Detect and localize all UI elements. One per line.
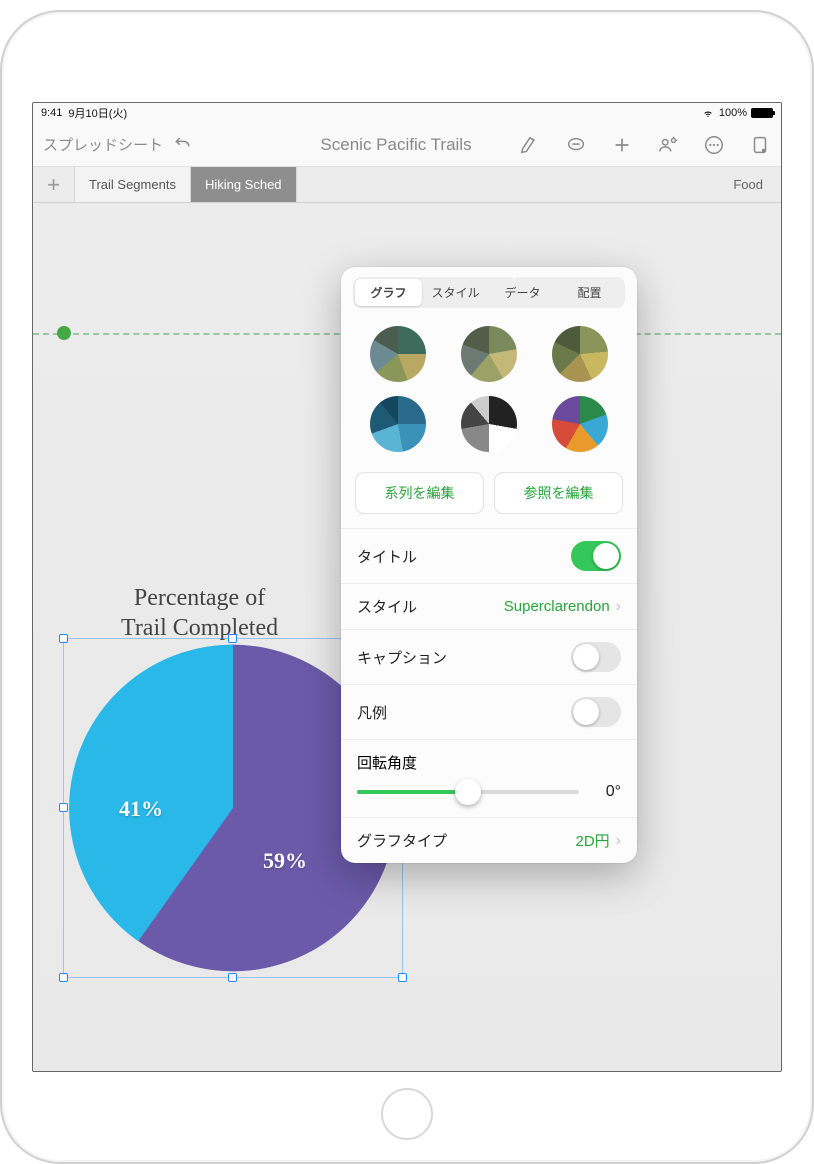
edit-series-button[interactable]: 系列を編集 xyxy=(355,472,484,514)
segment-arrange[interactable]: 配置 xyxy=(556,279,623,306)
chart-thumb-4[interactable] xyxy=(370,396,426,452)
sheet-tab-food[interactable]: Food xyxy=(715,167,781,202)
sel-handle-w[interactable] xyxy=(59,803,68,812)
segment-data[interactable]: データ xyxy=(489,279,556,306)
chart-thumb-3[interactable] xyxy=(552,326,608,382)
row-chart-type[interactable]: グラフタイプ 2D円 › xyxy=(341,817,637,863)
guide-handle[interactable] xyxy=(57,326,71,340)
chevron-right-icon: › xyxy=(616,832,621,850)
style-value: Superclarendon xyxy=(504,598,610,615)
chart-thumb-2[interactable] xyxy=(461,326,517,382)
title-toggle[interactable] xyxy=(571,541,621,571)
collaborate-icon[interactable] xyxy=(657,134,679,156)
chevron-right-icon: › xyxy=(616,598,621,616)
screen: 9:41 9月10日(火) 100% スプレッドシート Scenic Pacif… xyxy=(32,102,782,1072)
chart-thumb-6[interactable] xyxy=(552,396,608,452)
style-label: スタイル xyxy=(357,596,504,617)
row-caption-toggle: キャプション xyxy=(341,629,637,684)
rotation-slider[interactable] xyxy=(357,790,579,794)
sheet-tabs: + Trail Segments Hiking Sched Food xyxy=(33,167,781,203)
status-date: 9月10日(火) xyxy=(68,105,127,121)
chart-type-value: 2D円 xyxy=(575,830,609,851)
add-icon[interactable] xyxy=(611,134,633,156)
chart-type-label: グラフタイプ xyxy=(357,830,575,851)
status-bar: 9:41 9月10日(火) 100% xyxy=(33,103,781,123)
popover-segments: グラフ スタイル データ 配置 xyxy=(353,277,625,308)
format-brush-icon[interactable] xyxy=(519,134,541,156)
edit-references-button[interactable]: 参照を編集 xyxy=(494,472,623,514)
format-popover: グラフ スタイル データ 配置 系列を編集 参照を編集 xyxy=(341,267,637,863)
row-legend-toggle: 凡例 xyxy=(341,684,637,739)
chart-thumb-1[interactable] xyxy=(370,326,426,382)
chart-title: Percentage of Trail Completed xyxy=(121,583,278,643)
segment-style[interactable]: スタイル xyxy=(422,279,489,306)
row-rotation: 回転角度 0° xyxy=(341,739,637,817)
battery-pct: 100% xyxy=(719,107,747,119)
legend-toggle[interactable] xyxy=(571,697,621,727)
chart-thumb-5[interactable] xyxy=(461,396,517,452)
sel-handle-n[interactable] xyxy=(228,634,237,643)
ipad-frame: 9:41 9月10日(火) 100% スプレッドシート Scenic Pacif… xyxy=(0,10,814,1164)
wifi-icon xyxy=(701,108,715,118)
chart-style-thumbs xyxy=(341,316,637,466)
status-time: 9:41 xyxy=(41,107,62,119)
sheet-canvas[interactable]: Percentage of Trail Completed 41% 59% xyxy=(33,203,781,1071)
row-title-toggle: タイトル xyxy=(341,528,637,583)
sel-handle-s[interactable] xyxy=(228,973,237,982)
caption-toggle[interactable] xyxy=(571,642,621,672)
back-button[interactable]: スプレッドシート xyxy=(43,134,163,155)
sheet-tab-0[interactable]: Trail Segments xyxy=(75,167,191,202)
app-toolbar: スプレッドシート Scenic Pacific Trails xyxy=(33,123,781,167)
segment-graph[interactable]: グラフ xyxy=(355,279,422,306)
battery-icon xyxy=(751,108,773,118)
sel-handle-se[interactable] xyxy=(398,973,407,982)
undo-icon[interactable] xyxy=(173,133,193,157)
add-sheet-button[interactable]: + xyxy=(33,167,75,202)
sel-handle-nw[interactable] xyxy=(59,634,68,643)
document-title[interactable]: Scenic Pacific Trails xyxy=(201,135,511,155)
sel-handle-sw[interactable] xyxy=(59,973,68,982)
title-toggle-label: タイトル xyxy=(357,546,571,567)
more-icon[interactable] xyxy=(703,134,725,156)
rotation-value: 0° xyxy=(593,783,621,801)
share-icon[interactable] xyxy=(749,134,771,156)
sheet-tab-1[interactable]: Hiking Sched xyxy=(191,167,297,202)
rotation-label: 回転角度 xyxy=(357,752,621,773)
home-button[interactable] xyxy=(381,1088,433,1140)
comment-icon[interactable] xyxy=(565,134,587,156)
row-style[interactable]: スタイル Superclarendon › xyxy=(341,583,637,629)
caption-toggle-label: キャプション xyxy=(357,647,571,668)
legend-toggle-label: 凡例 xyxy=(357,702,571,723)
